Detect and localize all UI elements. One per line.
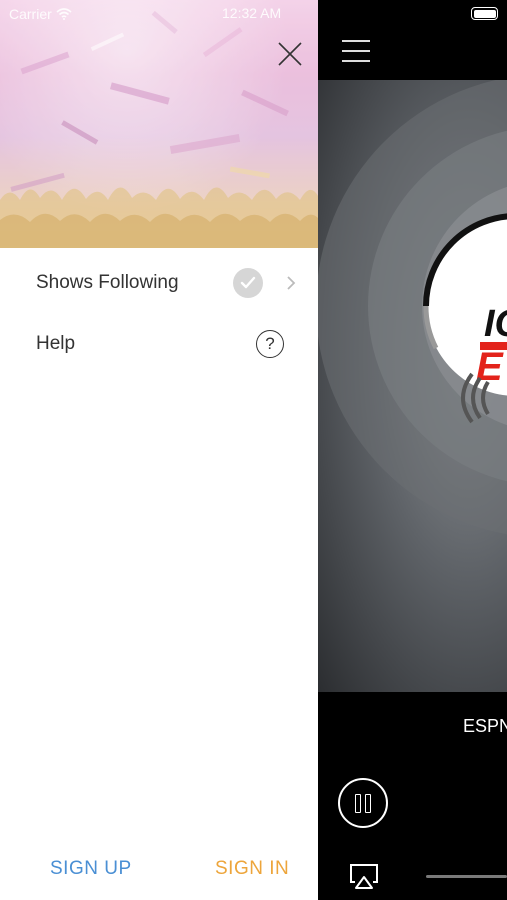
battery-icon xyxy=(471,7,498,20)
menu-item-help[interactable]: Help ? xyxy=(0,315,318,373)
help-circle-icon: ? xyxy=(256,330,284,358)
airplay-icon[interactable] xyxy=(348,862,380,890)
wifi-icon xyxy=(56,8,72,20)
status-carrier: Carrier xyxy=(9,5,72,23)
logo-text-red: E xyxy=(476,345,504,389)
check-circle-icon xyxy=(233,268,263,298)
pause-icon xyxy=(355,793,361,813)
menu-item-label: Shows Following xyxy=(36,272,179,293)
menu-item-label: Help xyxy=(36,333,76,354)
sign-up-button[interactable]: SIGN UP xyxy=(50,858,132,880)
status-time: 12:32 AM xyxy=(222,5,282,21)
close-icon xyxy=(278,42,302,66)
station-name: ESPN xyxy=(463,716,507,736)
chevron-right-icon xyxy=(287,276,296,290)
sign-in-button[interactable]: SIGN IN xyxy=(215,858,289,880)
player-header xyxy=(318,0,507,80)
pause-button[interactable] xyxy=(338,778,388,828)
close-drawer-button[interactable] xyxy=(274,38,306,70)
menu-item-shows-following[interactable]: Shows Following xyxy=(0,254,318,312)
station-artwork: IC E xyxy=(318,80,507,692)
hamburger-menu-icon[interactable] xyxy=(342,40,370,64)
carrier-label: Carrier xyxy=(9,6,52,22)
drawer-header-image xyxy=(0,0,318,248)
player-screen: IC E ESPN xyxy=(318,0,507,900)
side-drawer: Carrier 12:32 AM Shows Following Help ? … xyxy=(0,0,318,900)
logo-text: IC xyxy=(484,303,507,345)
volume-slider[interactable] xyxy=(426,875,507,878)
